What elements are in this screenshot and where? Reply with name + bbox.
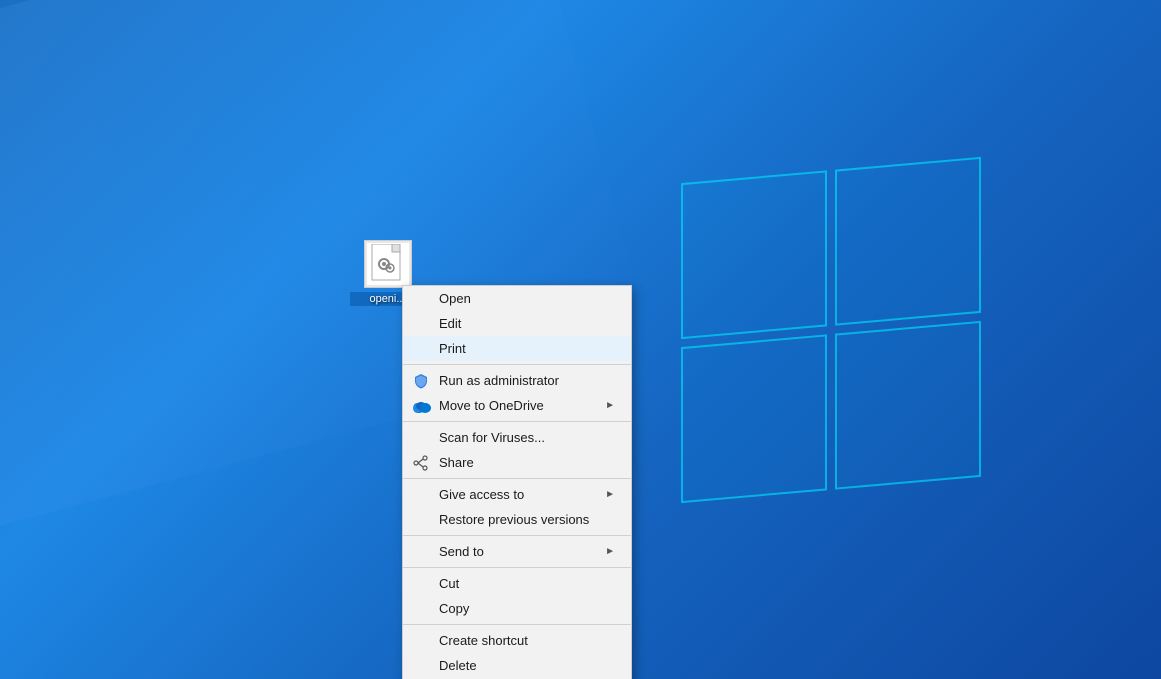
desktop: openi... Open Edit Print Run as administ… [0, 0, 1161, 679]
menu-item-open-label: Open [439, 291, 615, 306]
file-icon-svg [370, 244, 406, 284]
menu-item-delete[interactable]: Delete [403, 653, 631, 678]
menu-item-move-to-onedrive[interactable]: Move to OneDrive ► [403, 393, 631, 418]
menu-item-copy[interactable]: Copy [403, 596, 631, 621]
menu-item-restore-previous-versions[interactable]: Restore previous versions [403, 507, 631, 532]
menu-item-create-shortcut[interactable]: Create shortcut [403, 628, 631, 653]
menu-item-run-as-admin-label: Run as administrator [439, 373, 615, 388]
separator-2 [403, 421, 631, 422]
context-menu: Open Edit Print Run as administrator [402, 285, 632, 679]
menu-item-restore-label: Restore previous versions [439, 512, 615, 527]
separator-5 [403, 567, 631, 568]
menu-item-print-label: Print [439, 341, 615, 356]
separator-1 [403, 364, 631, 365]
menu-item-scan-label: Scan for Viruses... [439, 430, 615, 445]
menu-item-run-as-admin[interactable]: Run as administrator [403, 368, 631, 393]
separator-3 [403, 478, 631, 479]
menu-item-copy-label: Copy [439, 601, 615, 616]
send-to-submenu-arrow: ► [605, 546, 615, 557]
windows-logo [681, 170, 1001, 530]
menu-item-cut-label: Cut [439, 576, 615, 591]
menu-item-give-access-label: Give access to [439, 487, 605, 502]
win-pane-tr [835, 157, 981, 326]
separator-4 [403, 535, 631, 536]
onedrive-icon [411, 396, 431, 416]
separator-6 [403, 624, 631, 625]
onedrive-submenu-arrow: ► [605, 400, 615, 411]
win-pane-br [835, 321, 981, 490]
share-icon [411, 453, 431, 473]
win-pane-bl [681, 334, 827, 503]
menu-item-create-shortcut-label: Create shortcut [439, 633, 615, 648]
menu-item-move-to-onedrive-label: Move to OneDrive [439, 398, 605, 413]
menu-item-share[interactable]: Share [403, 450, 631, 475]
shield-icon [411, 371, 431, 391]
menu-item-print[interactable]: Print [403, 336, 631, 361]
menu-item-edit-label: Edit [439, 316, 615, 331]
menu-item-send-to-label: Send to [439, 544, 605, 559]
menu-item-edit[interactable]: Edit [403, 311, 631, 336]
menu-item-delete-label: Delete [439, 658, 615, 673]
menu-item-send-to[interactable]: Send to ► [403, 539, 631, 564]
win-pane-tl [681, 170, 827, 339]
menu-item-cut[interactable]: Cut [403, 571, 631, 596]
menu-item-open[interactable]: Open [403, 286, 631, 311]
give-access-submenu-arrow: ► [605, 489, 615, 500]
menu-item-scan-for-viruses[interactable]: Scan for Viruses... [403, 425, 631, 450]
menu-item-share-label: Share [439, 455, 615, 470]
menu-item-give-access-to[interactable]: Give access to ► [403, 482, 631, 507]
desktop-icon-image [364, 240, 412, 288]
